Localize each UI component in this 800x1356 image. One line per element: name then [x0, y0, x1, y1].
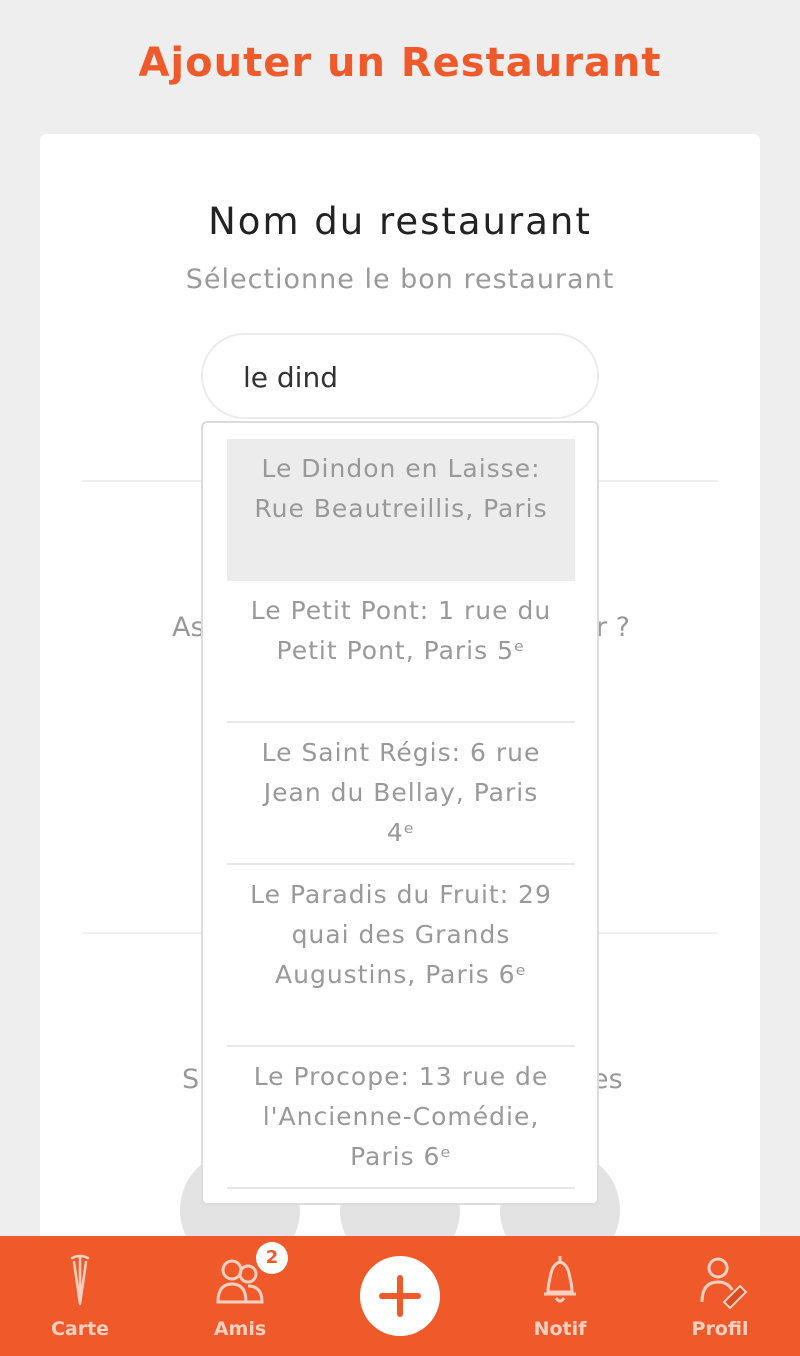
dropdown-divider [227, 1187, 575, 1189]
nav-item-profil[interactable]: Profil [640, 1236, 800, 1356]
question-text-right: r ? [596, 612, 631, 643]
dropdown-item[interactable]: Le Saint Régis: 6 rue Jean du Bellay, Pa… [227, 723, 575, 863]
dropdown-item-label: Le Paradis du Fruit: 29 quai des Grands … [250, 880, 552, 989]
profile-icon [700, 1257, 748, 1310]
question-text-left: S [182, 1064, 200, 1095]
dropdown-item[interactable]: Le Petit Pont: 1 rue du Petit Pont, Pari… [227, 581, 575, 721]
dropdown-item-label: Le Dindon en Laisse: Rue Beautreillis, P… [254, 454, 548, 523]
nav-label-carte: Carte [50, 1318, 110, 1340]
nav-item-carte[interactable]: Carte [0, 1236, 160, 1356]
question-text-left: As [172, 612, 205, 643]
map-pin-icon [70, 1254, 90, 1306]
nav-item-amis[interactable]: 2 Amis [160, 1236, 320, 1356]
nav-item-notif[interactable]: Notif [480, 1236, 640, 1356]
nav-label-profil: Profil [691, 1318, 749, 1340]
dropdown-item[interactable]: Le Procope: 13 rue de l'Ancienne-Comédie… [227, 1047, 575, 1187]
notification-badge: 2 [256, 1242, 288, 1274]
plus-icon [379, 1275, 421, 1317]
section-title: Nom du restaurant [208, 200, 592, 243]
dropdown-item-label: Le Saint Régis: 6 rue Jean du Bellay, Pa… [261, 738, 541, 847]
dropdown-item-label: Le Petit Pont: 1 rue du Petit Pont, Pari… [250, 596, 552, 665]
bell-icon [544, 1256, 576, 1303]
dropdown-item[interactable]: Le Paradis du Fruit: 29 quai des Grands … [227, 865, 575, 1045]
section-subtitle: Sélectionne le bon restaurant [185, 264, 615, 295]
autocomplete-dropdown: Le Dindon en Laisse: Rue Beautreillis, P… [201, 421, 599, 1205]
page-title: Ajouter un Restaurant [138, 40, 662, 86]
add-button[interactable] [360, 1256, 440, 1336]
restaurant-search[interactable] [201, 333, 599, 419]
dropdown-item-label: Le Procope: 13 rue de l'Ancienne-Comédie… [253, 1062, 549, 1171]
dropdown-item[interactable]: Le Dindon en Laisse: Rue Beautreillis, P… [227, 439, 575, 581]
nav-label-amis: Amis [213, 1318, 267, 1340]
restaurant-search-input[interactable] [243, 357, 563, 397]
nav-label-notif: Notif [533, 1318, 587, 1340]
